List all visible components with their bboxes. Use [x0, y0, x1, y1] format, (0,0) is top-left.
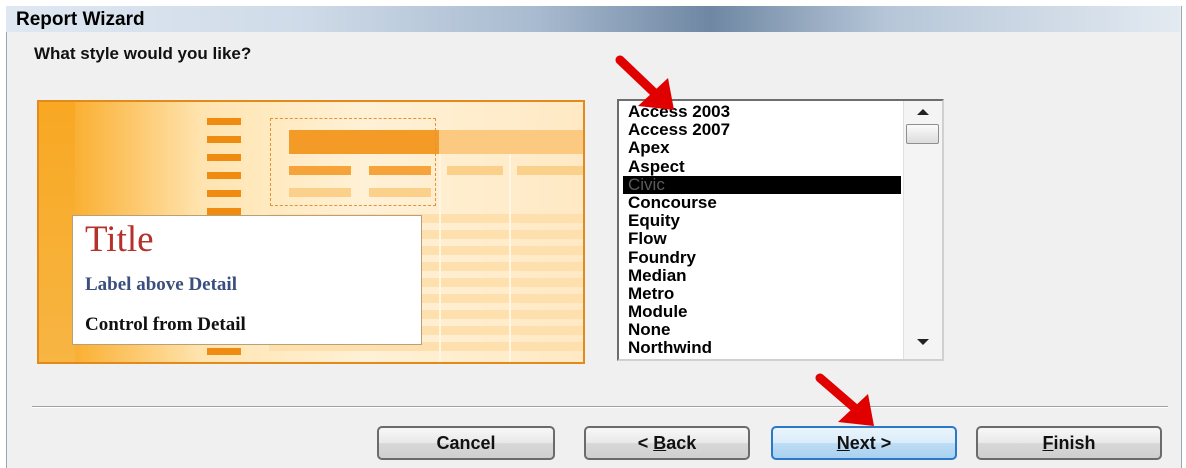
back-label-rest: ack [666, 433, 697, 453]
cancel-label: Cancel [436, 433, 496, 453]
annotation-arrow-icon [815, 373, 874, 426]
style-prompt: What style would you like? [34, 44, 252, 63]
finish-accesskey: F [1042, 433, 1054, 453]
preview-label: Label above Detail [85, 274, 237, 295]
title-bar: Report Wizard [6, 6, 1180, 32]
style-list-item[interactable]: Aspect [623, 157, 901, 176]
style-list-item[interactable]: Flow [623, 230, 901, 248]
preview-tick [207, 136, 241, 143]
preview-column-line [509, 140, 511, 362]
preview-title: Title [85, 219, 154, 260]
style-list-item[interactable]: Civic [623, 175, 901, 194]
preview-tick [207, 348, 241, 355]
style-list-item[interactable]: None [623, 321, 901, 339]
style-list-item[interactable]: Northwind [623, 339, 901, 357]
preview-tick [207, 118, 241, 125]
preview-tick [207, 154, 241, 161]
cancel-button[interactable]: Cancel [377, 426, 555, 460]
annotation-arrow-icon [615, 55, 674, 110]
window-title: Report Wizard [16, 9, 145, 30]
style-list-item[interactable]: Median [623, 266, 901, 285]
finish-label-rest: inish [1053, 433, 1096, 453]
preview-column-line [439, 140, 441, 362]
list-scrollbar[interactable] [903, 101, 942, 359]
style-list-item[interactable]: Metro [623, 284, 901, 303]
preview-tick [207, 208, 241, 215]
preview-card: Title Label above Detail Control from De… [72, 215, 422, 345]
style-preview: Title Label above Detail Control from De… [37, 100, 585, 364]
style-list-item[interactable]: Equity [623, 212, 901, 230]
style-list-item[interactable]: Concourse [623, 193, 901, 212]
preview-field [517, 166, 583, 175]
preview-header-bar-light [439, 130, 583, 154]
next-accesskey: N [836, 433, 850, 453]
style-list-items: Access 2003 Access 2007 Apex Aspect Civic Con… [623, 102, 901, 358]
style-list-item[interactable]: Access 2007 [623, 121, 901, 139]
style-listbox[interactable]: Access 2003 Access 2007 Apex Aspect Civic Con… [617, 99, 944, 361]
style-list-item[interactable]: Apex [623, 139, 901, 157]
finish-button[interactable]: Finish [976, 426, 1162, 460]
scroll-up-icon[interactable] [917, 109, 929, 115]
back-accesskey: B [653, 433, 667, 453]
preview-tick [207, 190, 241, 197]
preview-tick [207, 172, 241, 179]
preview-left-band [39, 102, 75, 362]
back-button[interactable]: < Back [584, 426, 750, 460]
scroll-thumb[interactable] [906, 124, 939, 144]
preview-group-box [270, 118, 436, 206]
scroll-down-icon[interactable] [917, 339, 929, 345]
next-label-rest: ext > [849, 433, 892, 453]
preview-control: Control from Detail [85, 314, 246, 335]
style-list-item[interactable]: Module [623, 302, 901, 321]
back-prefix: < [637, 433, 654, 453]
separator [32, 406, 1168, 408]
style-list-item[interactable]: Foundry [623, 248, 901, 267]
preview-field [447, 166, 503, 175]
